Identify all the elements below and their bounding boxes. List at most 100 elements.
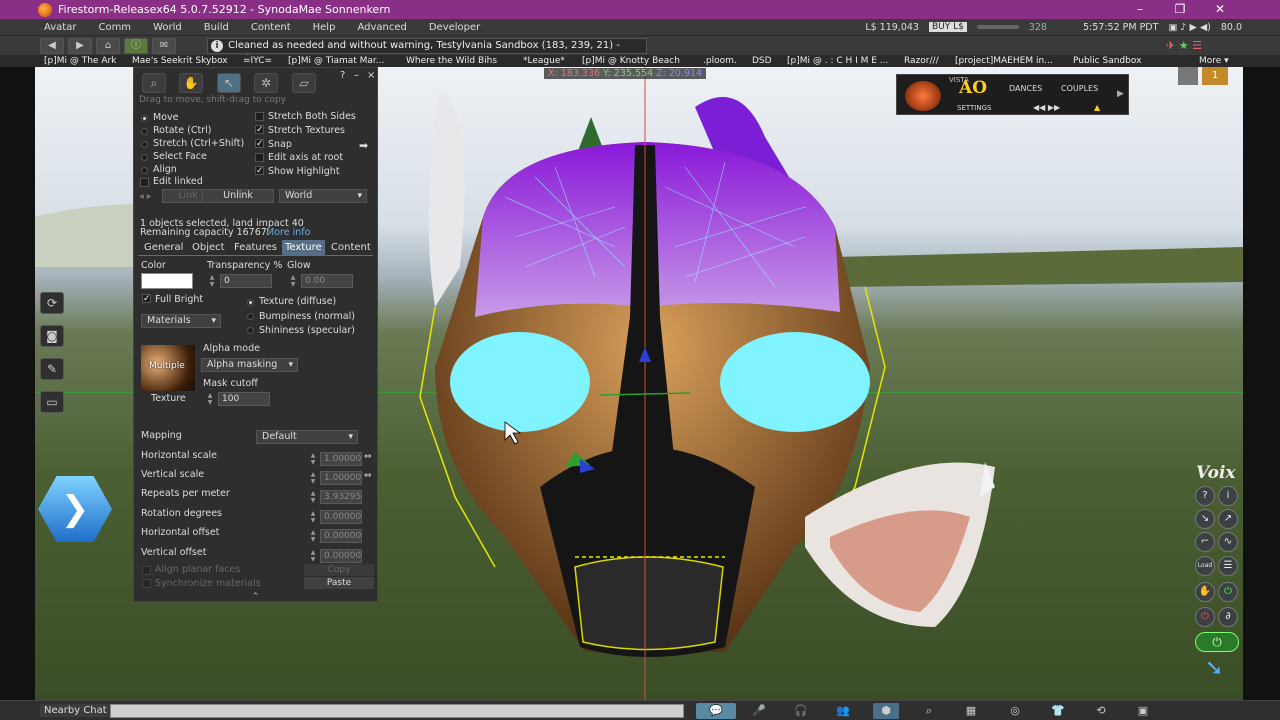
transparency-spinner-icon[interactable]: ▲ ▼ [208, 274, 216, 288]
voice-power-off-icon[interactable]: ⏻ [1195, 607, 1215, 627]
restore-button[interactable]: ❐ [1160, 0, 1200, 19]
voice-info-icon[interactable]: i [1218, 486, 1238, 506]
glow-field[interactable]: 0.00 [301, 274, 353, 288]
menu-developer[interactable]: Developer [418, 22, 491, 33]
horizontal-scale-spinner-icon[interactable]: ▲ ▼ [309, 452, 317, 466]
voice-load-button[interactable]: Load [1195, 556, 1215, 576]
tab-features[interactable]: Features [231, 240, 280, 255]
favorite-link[interactable]: =IYC= [243, 56, 272, 66]
build-cube-icon[interactable]: ⬢ [873, 703, 899, 719]
favorite-link[interactable]: [p]Mi @ Tiamat Mar... [288, 56, 384, 66]
help-icon[interactable]: ? [340, 70, 345, 81]
fullbright-label[interactable]: Full Bright [155, 294, 203, 305]
stretch-textures-checkbox[interactable]: ✓ [255, 125, 264, 135]
ao-settings-button[interactable]: SETTINGS [957, 104, 991, 112]
copy-button[interactable]: Copy [304, 564, 374, 576]
vertical-offset-field[interactable]: 0.00000 [320, 549, 362, 563]
show-highlight-label[interactable]: Show Highlight [268, 166, 340, 177]
minimize-button[interactable]: – [1120, 0, 1160, 19]
voice-master-power-icon[interactable]: ⏻ [1195, 632, 1239, 652]
tab-texture[interactable]: Texture [282, 240, 325, 255]
favorite-link[interactable]: [project]MAEHEM in... [955, 56, 1053, 66]
link-arrows-icon[interactable]: ◂ ▸ [139, 191, 152, 202]
tab-general[interactable]: General [141, 240, 186, 255]
forward-button[interactable]: ▶ [68, 37, 92, 54]
favorite-link[interactable]: Public Sandbox [1073, 56, 1141, 66]
media-controls-icon[interactable]: ▣ ♪ ▶ ◀) [1168, 22, 1210, 33]
repeats-per-meter-field[interactable]: 3.93295 [320, 490, 362, 504]
vertical-scale-spinner-icon[interactable]: ▲ ▼ [309, 471, 317, 485]
appearance-icon[interactable]: 👕 [1045, 703, 1071, 719]
tab-object[interactable]: Object [189, 240, 228, 255]
favorite-link[interactable]: Razor/// [904, 56, 939, 66]
vertical-scale-field[interactable]: 1.00000 [320, 471, 362, 485]
voice-key-icon[interactable]: ? [1195, 486, 1215, 506]
avatar-thumb[interactable] [1178, 67, 1198, 85]
rebake-icon[interactable]: ⟲ [1088, 703, 1114, 719]
sync-materials-checkbox[interactable] [142, 579, 151, 588]
align-planar-checkbox[interactable] [142, 566, 151, 575]
stretch-both-sides-checkbox[interactable] [255, 112, 264, 121]
favorite-link[interactable]: *League* [523, 56, 565, 66]
location-bar[interactable]: i Cleaned as needed and without warning,… [207, 38, 647, 66]
align-planar-label[interactable]: Align planar faces [155, 564, 240, 575]
speak-bubble-icon[interactable]: 💬 [696, 703, 736, 719]
mode-stretch-label[interactable]: Stretch (Ctrl+Shift) [153, 138, 244, 149]
favorite-link[interactable]: Mae's Seekrit Skybox [132, 56, 228, 66]
mask-cutoff-spinner-icon[interactable]: ▲ ▼ [206, 392, 214, 406]
voice-gesture-icon[interactable]: ✋ [1195, 582, 1215, 602]
repeats-spinner-icon[interactable]: ▲ ▼ [309, 490, 317, 504]
show-highlight-checkbox[interactable]: ✓ [255, 166, 264, 176]
bumpiness-label[interactable]: Bumpiness (normal) [259, 311, 355, 322]
rotation-degrees-field[interactable]: 0.00000 [320, 510, 362, 524]
mapping-dropdown[interactable]: Default [256, 430, 358, 444]
ao-lock-icon[interactable]: ▲ [1094, 103, 1100, 112]
alpha-mode-dropdown[interactable]: Alpha masking [201, 358, 298, 372]
menu-world[interactable]: World [142, 22, 193, 33]
favorite-link[interactable]: DSD [752, 56, 772, 66]
move-tool-icon[interactable]: ✋ [179, 73, 203, 93]
menu-comm[interactable]: Comm [87, 22, 142, 33]
favorite-link[interactable]: .ploom. [703, 56, 737, 66]
more-info-link[interactable]: More info [266, 227, 310, 238]
voice-arrow-icon[interactable]: ➘ [1205, 656, 1223, 681]
snap-checkbox[interactable]: ✓ [255, 139, 264, 149]
transparency-field[interactable]: 0 [220, 274, 272, 288]
edit-axis-root-label[interactable]: Edit axis at root [268, 152, 343, 163]
ao-dances-button[interactable]: DANCES [1009, 84, 1042, 93]
voice-mic-icon[interactable]: 🎤 [746, 703, 772, 719]
menu-content[interactable]: Content [240, 22, 302, 33]
shininess-radio[interactable] [247, 327, 254, 334]
rotation-spinner-icon[interactable]: ▲ ▼ [309, 510, 317, 524]
snap-label[interactable]: Snap [268, 139, 292, 150]
voice-whisper-icon[interactable]: ↘ [1195, 509, 1215, 529]
power-icon[interactable] [905, 81, 941, 111]
favorites-more-button[interactable]: More ▾ [1199, 56, 1229, 66]
horizontal-scale-field[interactable]: 1.00000 [320, 452, 362, 466]
mode-rotate-radio[interactable] [141, 128, 148, 135]
mode-align-label[interactable]: Align [153, 164, 177, 175]
create-tool-icon[interactable]: ✲ [254, 73, 278, 93]
buy-currency-button[interactable]: BUY L$ [928, 22, 967, 32]
shininess-label[interactable]: Shininess (specular) [259, 325, 355, 336]
snapshot-camera-button[interactable]: ⟳ [40, 292, 64, 314]
menu-avatar[interactable]: Avatar [0, 22, 87, 33]
favorite-link[interactable]: Where the Wild Bihs [406, 56, 497, 66]
favorite-link[interactable]: [p]Mi @ . : C H I M E ... [787, 56, 888, 66]
edit-tool-icon[interactable]: ↖ [217, 73, 241, 93]
unlink-button[interactable]: Unlink [202, 189, 274, 203]
mode-move-radio[interactable] [141, 115, 148, 122]
people-icon[interactable]: 👥 [830, 703, 856, 719]
minimize-floater-icon[interactable]: – [354, 70, 359, 81]
map-icon[interactable]: ▦ [958, 703, 984, 719]
menu-advanced[interactable]: Advanced [346, 22, 417, 33]
voice-tail-icon[interactable]: ∿ [1218, 532, 1238, 552]
stretch-textures-label[interactable]: Stretch Textures [268, 125, 345, 136]
focus-tool-icon[interactable]: ⌕ [142, 73, 166, 93]
edit-linked-checkbox[interactable] [140, 178, 149, 187]
menu-build[interactable]: Build [193, 22, 240, 33]
edit-linked-label[interactable]: Edit linked [153, 176, 203, 187]
mode-align-radio[interactable] [141, 167, 148, 174]
voice-leg-icon[interactable]: ⌐ [1195, 532, 1215, 552]
mode-select-face-radio[interactable] [141, 154, 148, 161]
